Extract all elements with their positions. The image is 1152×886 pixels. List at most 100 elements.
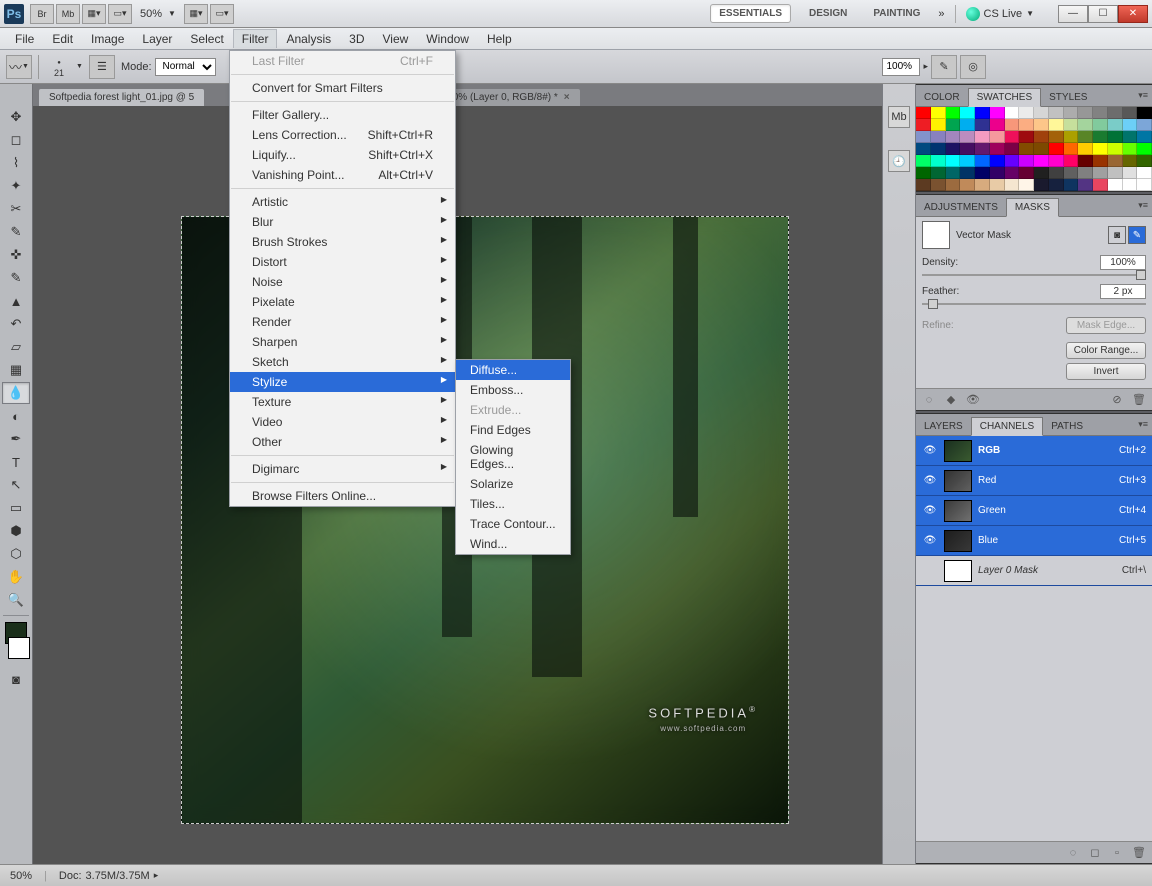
swatch[interactable] [1108, 131, 1123, 143]
zoom-tool[interactable]: 🔍 [2, 589, 30, 611]
mode-select[interactable]: Normal [155, 58, 216, 76]
swatch[interactable] [1123, 179, 1138, 191]
swatch[interactable] [990, 107, 1005, 119]
channel-mask[interactable]: 👁 Layer 0 Mask Ctrl+\ [916, 556, 1152, 586]
swatch[interactable] [1005, 143, 1020, 155]
swatch[interactable] [1078, 131, 1093, 143]
swatch[interactable] [975, 143, 990, 155]
blur-tool[interactable]: 💧 [2, 382, 30, 404]
minibridge-icon[interactable]: Mb [888, 106, 910, 128]
swatch[interactable] [1049, 179, 1064, 191]
swatch[interactable] [1064, 143, 1079, 155]
stylize-solarize[interactable]: Solarize [456, 474, 570, 494]
color-range-button[interactable]: Color Range... [1066, 342, 1146, 359]
menu-window[interactable]: Window [417, 29, 478, 49]
panel-menu-icon[interactable]: ▾≡ [1138, 90, 1148, 101]
menu-3d[interactable]: 3D [340, 29, 373, 49]
filter-distort[interactable]: Distort▶ [230, 252, 455, 272]
swatch[interactable] [960, 119, 975, 131]
swatch[interactable] [1034, 131, 1049, 143]
swatch[interactable] [960, 179, 975, 191]
filter-gallery[interactable]: Filter Gallery... [230, 105, 455, 125]
stylize-extrude[interactable]: Extrude... [456, 400, 570, 420]
brush-tool[interactable]: ✎ [2, 267, 30, 289]
swatch[interactable] [1137, 131, 1152, 143]
delete-mask-icon[interactable]: 🗑 [1132, 393, 1146, 407]
tool-preset-picker[interactable]: 〰▼ [6, 55, 32, 79]
swatch[interactable] [975, 167, 990, 179]
swatch[interactable] [1019, 131, 1034, 143]
eye-icon[interactable]: 👁 [922, 535, 938, 546]
filter-other[interactable]: Other▶ [230, 432, 455, 452]
swatch[interactable] [975, 119, 990, 131]
feather-value[interactable]: 2 px [1100, 284, 1146, 299]
lasso-tool[interactable]: ⌇ [2, 152, 30, 174]
swatch[interactable] [1137, 107, 1152, 119]
stylize-emboss[interactable]: Emboss... [456, 380, 570, 400]
workspace-essentials[interactable]: ESSENTIALS [710, 4, 791, 23]
status-zoom[interactable]: 50% [10, 870, 32, 882]
move-tool[interactable]: ✥ [2, 106, 30, 128]
disable-mask-icon[interactable]: ⊘ [1110, 393, 1124, 407]
filter-texture[interactable]: Texture▶ [230, 392, 455, 412]
swatch[interactable] [1093, 119, 1108, 131]
swatch[interactable] [1064, 179, 1079, 191]
minibridge-button[interactable]: Mb [56, 4, 80, 24]
load-channel-icon[interactable]: ◌ [1066, 846, 1080, 860]
brush-panel-button[interactable]: ☰ [89, 55, 115, 79]
swatch[interactable] [1005, 119, 1020, 131]
filter-sketch[interactable]: Sketch▶ [230, 352, 455, 372]
hand-tool-button[interactable]: ▦▾ [184, 4, 208, 24]
filter-blur[interactable]: Blur▶ [230, 212, 455, 232]
swatch[interactable] [990, 143, 1005, 155]
swatch[interactable] [1064, 107, 1079, 119]
swatch[interactable] [946, 119, 961, 131]
swatch[interactable] [1137, 119, 1152, 131]
swatch[interactable] [1064, 119, 1079, 131]
swatch[interactable] [931, 119, 946, 131]
pixel-mask-button[interactable]: ◙ [1108, 226, 1126, 244]
new-channel-icon[interactable]: ▫ [1110, 846, 1124, 860]
feather-slider[interactable] [922, 303, 1146, 305]
swatch[interactable] [1123, 119, 1138, 131]
layers-tab[interactable]: LAYERS [916, 418, 971, 435]
filter-brush-strokes[interactable]: Brush Strokes▶ [230, 232, 455, 252]
swatch[interactable] [990, 119, 1005, 131]
zoom-tool-button[interactable]: ▭▾ [210, 4, 234, 24]
path-tool[interactable]: ↖ [2, 474, 30, 496]
close-icon[interactable]: × [564, 92, 570, 103]
history-icon[interactable]: 🕘 [888, 150, 910, 172]
swatch[interactable] [916, 119, 931, 131]
swatch[interactable] [931, 179, 946, 191]
swatch[interactable] [1108, 167, 1123, 179]
gradient-tool[interactable]: ▦ [2, 359, 30, 381]
swatch[interactable] [1005, 107, 1020, 119]
stylize-trace-contour[interactable]: Trace Contour... [456, 514, 570, 534]
quickmask-button[interactable]: ◙ [2, 668, 30, 690]
workspace-more-icon[interactable]: » [938, 8, 944, 20]
paths-tab[interactable]: PATHS [1043, 418, 1091, 435]
swatch[interactable] [1019, 155, 1034, 167]
swatch[interactable] [990, 155, 1005, 167]
filter-digimarc[interactable]: Digimarc▶ [230, 459, 455, 479]
swatch[interactable] [1078, 167, 1093, 179]
channel-green[interactable]: 👁 Green Ctrl+4 [916, 496, 1152, 526]
swatch[interactable] [916, 143, 931, 155]
brush-picker[interactable]: ● 21 ▼ [45, 55, 83, 79]
swatch[interactable] [931, 155, 946, 167]
swatch[interactable] [1123, 167, 1138, 179]
swatch[interactable] [1093, 143, 1108, 155]
strength-input[interactable] [882, 58, 920, 76]
filter-last[interactable]: Last FilterCtrl+F [230, 51, 455, 71]
apply-mask-icon[interactable]: ◆ [944, 393, 958, 407]
zoom-display[interactable]: 50% [140, 8, 162, 20]
swatch[interactable] [1093, 179, 1108, 191]
vector-mask-button[interactable]: ✎ [1128, 226, 1146, 244]
swatch[interactable] [1005, 167, 1020, 179]
masks-tab[interactable]: MASKS [1006, 198, 1059, 217]
stylize-wind[interactable]: Wind... [456, 534, 570, 554]
swatch[interactable] [1078, 107, 1093, 119]
swatch[interactable] [1049, 119, 1064, 131]
zoom-dropdown-icon[interactable]: ▼ [168, 9, 176, 18]
swatch[interactable] [946, 107, 961, 119]
